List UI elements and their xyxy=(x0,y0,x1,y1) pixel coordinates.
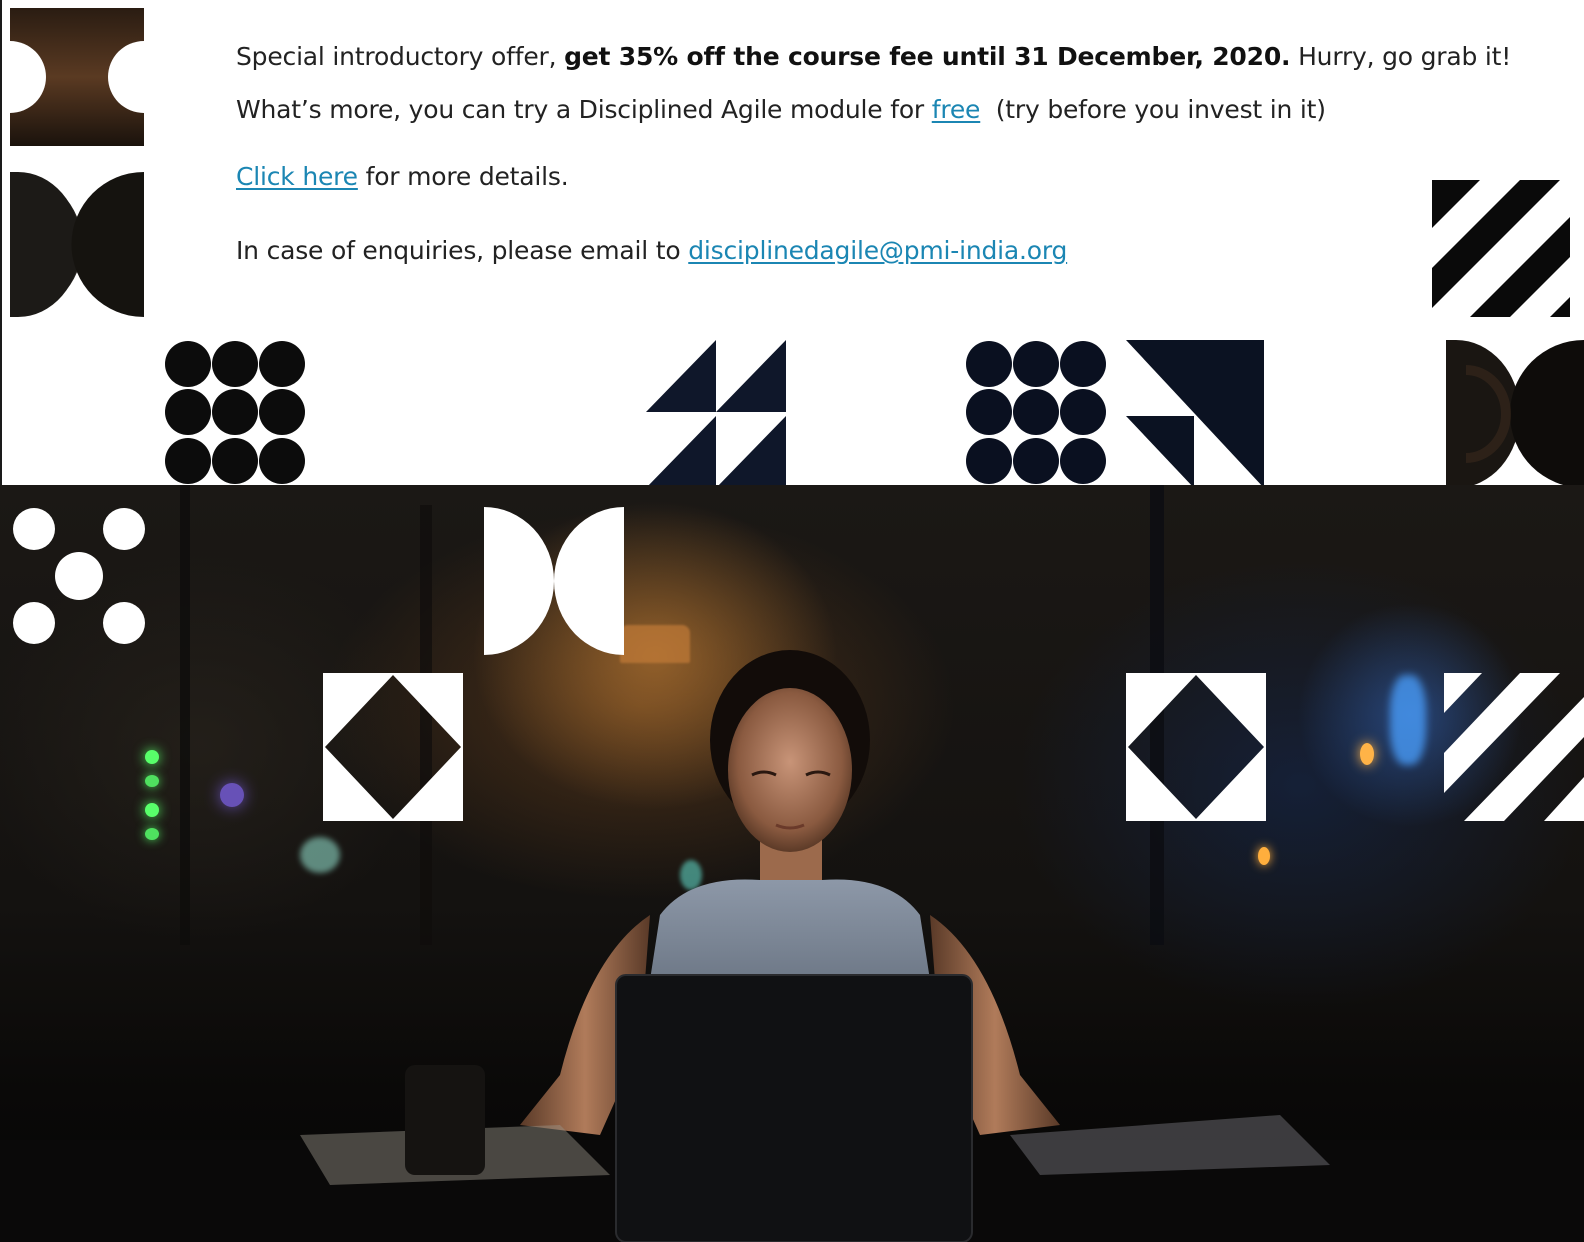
half-circles-tile xyxy=(1446,340,1584,485)
half-circles-tile xyxy=(484,507,624,655)
email-link[interactable]: disciplinedagile@pmi-india.org xyxy=(688,236,1067,265)
details-suffix: for more details. xyxy=(357,162,569,191)
diagonal-stripes-tile xyxy=(1432,180,1570,317)
diagonal-stripes-tile xyxy=(1444,673,1584,821)
enquiries-line: In case of enquiries, please email to di… xyxy=(236,236,1067,265)
hero-photo xyxy=(0,485,1584,1242)
details-line: Click here for more details. xyxy=(236,162,569,191)
offer-suffix: Hurry, go grab it! xyxy=(1290,42,1512,71)
module-prefix: What’s more, you can try a Disciplined A… xyxy=(236,95,932,124)
half-circles-tile xyxy=(10,8,144,146)
triangles-tile xyxy=(646,340,786,485)
enquiries-prefix: In case of enquiries, please email to xyxy=(236,236,689,265)
circle-grid-tile xyxy=(966,340,1106,485)
woman-with-laptop xyxy=(0,650,1584,1242)
offer-line: Special introductory offer, get 35% off … xyxy=(236,42,1511,71)
free-module-link[interactable]: free xyxy=(932,95,981,124)
diamond-tile xyxy=(323,673,463,821)
four-dots-tile xyxy=(12,507,146,645)
offer-prefix: Special introductory offer, xyxy=(236,42,565,71)
circle-grid-tile xyxy=(165,340,305,485)
module-line: What’s more, you can try a Disciplined A… xyxy=(236,95,1326,124)
corner-triangles-tile xyxy=(1126,340,1264,485)
half-circles-tile xyxy=(10,172,144,317)
offer-section: Special introductory offer, get 35% off … xyxy=(0,0,1584,485)
module-suffix: (try before you invest in it) xyxy=(980,95,1326,124)
diamond-tile xyxy=(1126,673,1266,821)
offer-highlight: get 35% off the course fee until 31 Dece… xyxy=(564,42,1291,71)
click-here-link[interactable]: Click here xyxy=(236,162,358,191)
left-border xyxy=(0,0,2,485)
